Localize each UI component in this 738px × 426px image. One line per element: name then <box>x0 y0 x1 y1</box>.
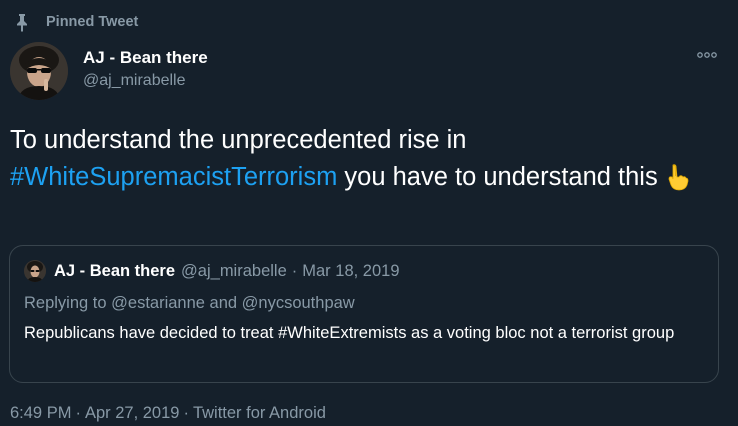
more-dots-icon[interactable] <box>696 48 718 62</box>
pin-icon <box>12 12 32 32</box>
tweet-date[interactable]: Apr 27, 2019 <box>85 404 180 422</box>
replying-to-line: Replying to @estarianne and @nycsouthpaw <box>24 294 355 313</box>
tweet-source[interactable]: Twitter for Android <box>193 404 326 422</box>
mention-link-1[interactable]: @estarianne <box>111 294 205 312</box>
quoted-avatar <box>24 260 46 282</box>
replying-and: and <box>204 294 242 312</box>
tweet-text-start: To understand the unprecedented rise in <box>10 126 467 154</box>
quoted-separator: · <box>291 261 298 280</box>
replying-prefix: Replying to <box>24 294 112 312</box>
tweet-time[interactable]: 6:49 PM <box>10 404 71 422</box>
author-name[interactable]: AJ - Bean there <box>83 47 208 69</box>
pointing-down-emoji-icon <box>664 163 690 191</box>
tweet[interactable]: Pinned Tweet AJ - Bean there @aj_mirabel… <box>0 0 738 426</box>
quoted-tweet-text: Republicans have decided to treat #White… <box>24 324 675 342</box>
avatar[interactable] <box>10 42 68 100</box>
author-block[interactable]: AJ - Bean there @aj_mirabelle <box>83 47 208 92</box>
mention-link-2[interactable]: @nycsouthpaw <box>242 294 355 312</box>
tweet-metadata: 6:49 PM · Apr 27, 2019 · Twitter for Android <box>10 404 326 423</box>
quoted-date: Mar 18, 2019 <box>302 261 400 280</box>
hashtag-link[interactable]: #WhiteSupremacistTerrorism <box>10 163 337 191</box>
author-handle[interactable]: @aj_mirabelle <box>83 70 208 92</box>
quoted-tweet-header: AJ - Bean there @aj_mirabelle · Mar 18, … <box>24 260 400 282</box>
pinned-tweet-label: Pinned Tweet <box>12 11 138 33</box>
quoted-author-name: AJ - Bean there <box>54 261 176 280</box>
pinned-text: Pinned Tweet <box>46 14 139 30</box>
quoted-author-handle: @aj_mirabelle <box>181 261 287 280</box>
tweet-text-end: you have to understand this <box>337 163 658 191</box>
meta-separator-1: · <box>75 404 81 422</box>
meta-separator-2: · <box>183 404 189 422</box>
tweet-text: To understand the unprecedented rise in … <box>10 122 725 196</box>
quoted-tweet[interactable]: AJ - Bean there @aj_mirabelle · Mar 18, … <box>9 245 719 383</box>
